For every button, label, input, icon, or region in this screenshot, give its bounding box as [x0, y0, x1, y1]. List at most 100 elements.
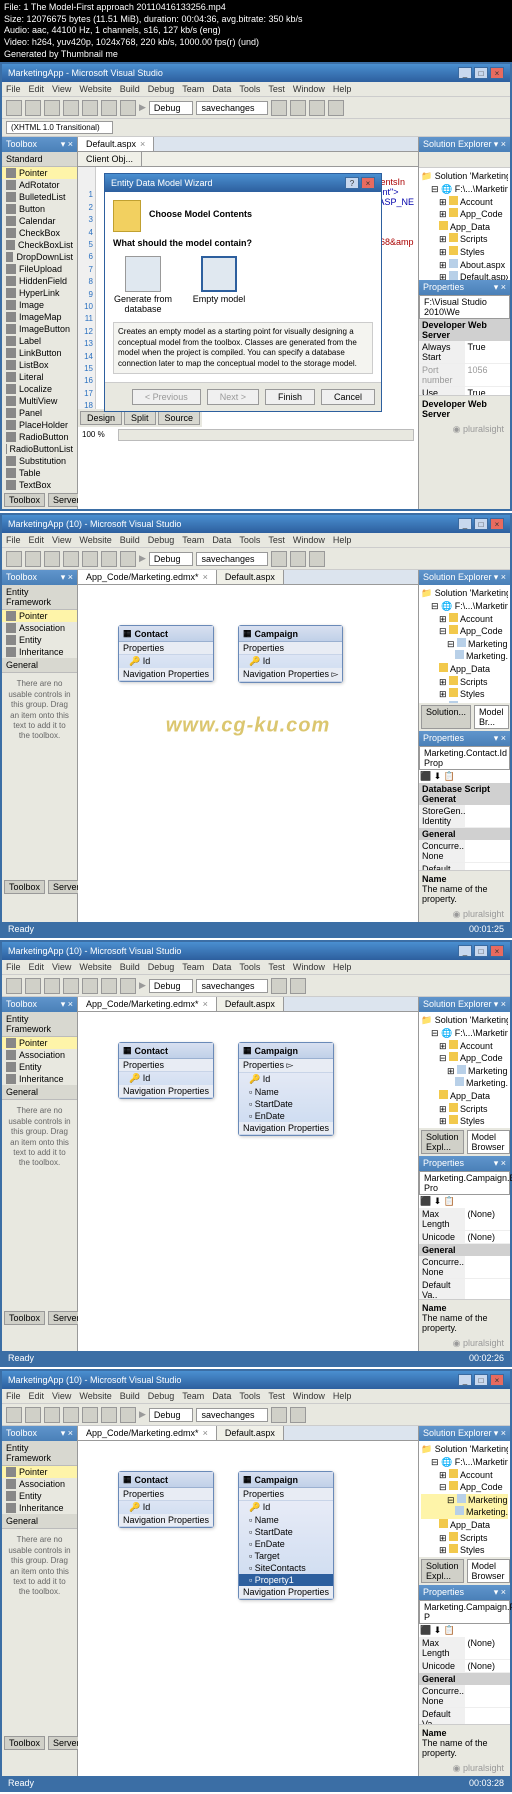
toolbox-item-label[interactable]: Label: [2, 335, 77, 347]
minimize-button[interactable]: _: [458, 67, 472, 79]
database-icon: [113, 200, 141, 232]
toolbox-item-radiobuttonlist[interactable]: RadioButtonList: [2, 443, 77, 455]
window-titlebar[interactable]: MarketingApp - Microsoft Visual Studio _…: [2, 64, 510, 82]
close-button[interactable]: ×: [490, 518, 504, 530]
toolbar-icon[interactable]: [120, 100, 136, 116]
toolbar-icon[interactable]: [309, 100, 325, 116]
findtext-select[interactable]: savechanges: [196, 101, 267, 115]
toolbar-icon[interactable]: [6, 100, 22, 116]
tab-client[interactable]: Client Obj...: [78, 152, 142, 166]
main-toolbar[interactable]: ▶ Debug savechanges: [2, 548, 510, 570]
menu-bar[interactable]: FileEditViewWebsiteBuildDebugTeamDataToo…: [2, 533, 510, 548]
entity-contact[interactable]: ▦Contact Properties 🔑 Id Navigation Prop…: [118, 625, 214, 682]
menu-bar[interactable]: FileEditViewWebsiteBuildDebugTeamDataToo…: [2, 82, 510, 97]
opt-generate-db[interactable]: Generate from database: [113, 256, 173, 314]
cancel-button[interactable]: Cancel: [321, 389, 375, 405]
window-titlebar[interactable]: MarketingApp (10) - Microsoft Visual Stu…: [2, 515, 510, 533]
toolbox-bottom-tabs[interactable]: ToolboxServer...: [2, 491, 77, 509]
toolbox-item-bulletedlist[interactable]: BulletedList: [2, 191, 77, 203]
finish-button[interactable]: Finish: [265, 389, 315, 405]
toolbox-item-localize[interactable]: Localize: [2, 383, 77, 395]
toolbox-item-image[interactable]: Image: [2, 299, 77, 311]
empty-model-icon: [201, 256, 237, 292]
toolbox-item-fileupload[interactable]: FileUpload: [2, 263, 77, 275]
menu-bar[interactable]: FileEditViewWebsiteBuildDebugTeamDataToo…: [2, 960, 510, 975]
document-tabs[interactable]: App_Code/Marketing.edmx*× Default.aspx: [78, 570, 418, 585]
toolbox-section-ef[interactable]: Entity Framework: [2, 585, 77, 610]
toolbox-item-hyperlink[interactable]: HyperLink: [2, 287, 77, 299]
entity-campaign[interactable]: ▦Campaign Properties 🔑 Id Navigation Pro…: [238, 625, 343, 683]
opt-empty-model[interactable]: Empty model: [189, 256, 249, 314]
toolbar-icon[interactable]: [101, 100, 117, 116]
toolbox-pointer[interactable]: Pointer: [2, 610, 77, 622]
maximize-button[interactable]: □: [474, 67, 488, 79]
toolbox-inheritance[interactable]: Inheritance: [2, 646, 77, 658]
status-bar: Ready00:01:25: [2, 922, 510, 936]
toolbar-icon[interactable]: [82, 100, 98, 116]
toolbox-item-substitution[interactable]: Substitution: [2, 455, 77, 467]
toolbox-item-imagebutton[interactable]: ImageButton: [2, 323, 77, 335]
toolbox-item-literal[interactable]: Literal: [2, 371, 77, 383]
config-select[interactable]: Debug: [149, 552, 194, 566]
toolbar-icon[interactable]: [6, 551, 22, 567]
toolbox-item-multiview[interactable]: MultiView: [2, 395, 77, 407]
tab-default[interactable]: Default.aspx: [217, 570, 284, 584]
props-select[interactable]: F:\Visual Studio 2010\We: [419, 295, 510, 319]
entity-campaign[interactable]: ▦ Campaign Properties ▻ 🔑 Id ▫ Name ▫ St…: [238, 1042, 334, 1136]
toolbox-item-hiddenfield[interactable]: HiddenField: [2, 275, 77, 287]
toolbar-icon[interactable]: [63, 100, 79, 116]
toolbar-icon[interactable]: [328, 100, 344, 116]
tab-edmx[interactable]: App_Code/Marketing.edmx*×: [78, 570, 217, 584]
toolbox-section-general[interactable]: General: [2, 658, 77, 673]
toolbox-item-placeholder[interactable]: PlaceHolder: [2, 419, 77, 431]
next-button: Next >: [207, 389, 259, 405]
entity-contact[interactable]: ▦ Contact Properties 🔑 Id Navigation Pro…: [118, 1042, 214, 1099]
minimize-button[interactable]: _: [458, 518, 472, 530]
toolbox-item-button[interactable]: Button: [2, 203, 77, 215]
toolbox-association[interactable]: Association: [2, 622, 77, 634]
toolbox-item-panel[interactable]: Panel: [2, 407, 77, 419]
toolbox-item-adrotator[interactable]: AdRotator: [2, 179, 77, 191]
toolbar-icon[interactable]: [290, 100, 306, 116]
solution-tree[interactable]: 📁 Solution 'MarketingApp' (10) ⊟ 🌐 F:\..…: [419, 168, 510, 280]
maximize-button[interactable]: □: [474, 518, 488, 530]
help-button[interactable]: ?: [345, 177, 359, 189]
toolbox-item-table[interactable]: Table: [2, 467, 77, 479]
solution-explorer-panel: Solution Explorer▾ × 📁 Solution 'Marketi…: [418, 137, 510, 509]
sub-toolbar[interactable]: (XHTML 1.0 Transitional): [2, 119, 510, 137]
design-tabs[interactable]: DesignSplitSource: [78, 409, 202, 427]
main-toolbar[interactable]: ▶ Debug savechanges: [2, 97, 510, 119]
wizard-description: Creates an empty model as a starting poi…: [113, 322, 373, 374]
config-select[interactable]: Debug: [149, 101, 194, 115]
tab-default[interactable]: Default.aspx×: [78, 137, 154, 151]
solution-explorer-header[interactable]: Solution Explorer▾ ×: [419, 137, 510, 152]
document-tabs[interactable]: Default.aspx×: [78, 137, 418, 152]
toolbox-item-calendar[interactable]: Calendar: [2, 215, 77, 227]
toolbar-icon[interactable]: [44, 100, 60, 116]
toolbox-item-linkbutton[interactable]: LinkButton: [2, 347, 77, 359]
toolbox-header[interactable]: Toolbox▾ ×: [2, 137, 77, 152]
close-button[interactable]: ×: [490, 67, 504, 79]
toolbar-icon[interactable]: [25, 100, 41, 116]
toolbox-item-dropdownlist[interactable]: DropDownList: [2, 251, 77, 263]
toolbox-item-imagemap[interactable]: ImageMap: [2, 311, 77, 323]
toolbar-icon[interactable]: [271, 100, 287, 116]
wizard-close-button[interactable]: ×: [361, 177, 375, 189]
findtext-select[interactable]: savechanges: [196, 552, 267, 566]
entity-contact[interactable]: ▦ Contact Properties 🔑 Id Navigation Pro…: [118, 1471, 214, 1528]
watermark: www.cg-ku.com: [166, 715, 331, 738]
toolbox-item-textbox[interactable]: TextBox: [2, 479, 77, 491]
entity-campaign[interactable]: ▦ Campaign Properties 🔑 Id ▫ Name ▫ Star…: [238, 1471, 334, 1600]
toolbox-item-listbox[interactable]: ListBox: [2, 359, 77, 371]
toolbox-item-checkbox[interactable]: CheckBox: [2, 227, 77, 239]
toolbox-empty: There are no usable controls in this gro…: [2, 673, 77, 747]
toolbox-section-standard[interactable]: Standard: [2, 152, 77, 167]
toolbox-entity[interactable]: Entity: [2, 634, 77, 646]
toolbox-item-radiobutton[interactable]: RadioButton: [2, 431, 77, 443]
properties-header[interactable]: Properties▾ ×: [419, 280, 510, 295]
zoom-level[interactable]: 100 %: [82, 430, 105, 439]
toolbox-item-checkboxlist[interactable]: CheckBoxList: [2, 239, 77, 251]
menu-bar[interactable]: FileEditViewWebsiteBuildDebugTeamDataToo…: [2, 1389, 510, 1404]
horizontal-scrollbar[interactable]: [118, 429, 414, 441]
toolbox-item-pointer[interactable]: Pointer: [2, 167, 77, 179]
